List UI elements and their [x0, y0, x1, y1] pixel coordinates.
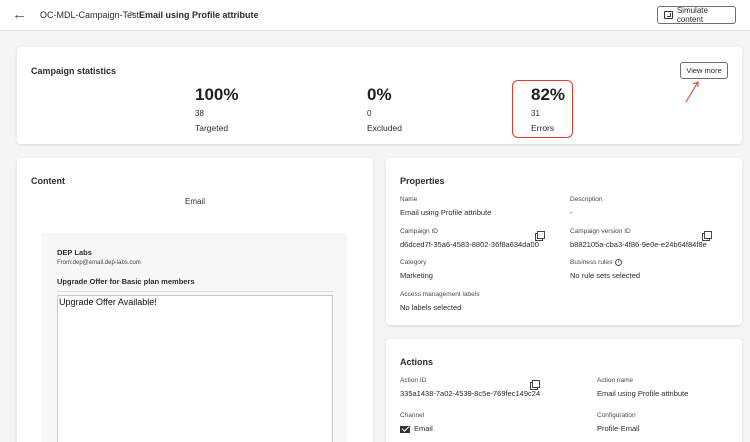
- stat-targeted-count: 38: [195, 109, 204, 118]
- content-title: Content: [31, 176, 65, 186]
- field-access-labels-label: Access management labels: [400, 291, 480, 298]
- stat-excluded-label: Excluded: [367, 123, 402, 133]
- field-access-labels: Access management labels No labels selec…: [400, 291, 480, 312]
- arrow-left-icon[interactable]: ←: [12, 6, 27, 24]
- field-name: Name Email using Profile attribute: [400, 196, 491, 217]
- content-channel: Email: [184, 197, 205, 206]
- field-campaign-id-value: d6dced7f-35a6-4583-8802-36f8a634da00: [400, 240, 539, 249]
- field-action-name-label: Action name: [597, 377, 634, 384]
- field-access-labels-value: No labels selected: [400, 303, 462, 312]
- stat-targeted: 100% 38 Targeted: [195, 85, 238, 133]
- copy-version-id-icon[interactable]: [702, 231, 712, 241]
- field-channel: Channel Email: [400, 412, 433, 433]
- field-campaign-id-label: Campaign ID: [400, 228, 438, 235]
- properties-title: Properties: [400, 176, 445, 186]
- field-channel-label: Channel: [400, 412, 425, 419]
- copy-action-id-icon[interactable]: [530, 380, 540, 390]
- preview-divider: [57, 291, 333, 292]
- actions-card: Actions Action ID 335a1438-7a02-4539-8c5…: [386, 339, 742, 442]
- info-icon[interactable]: i: [615, 259, 623, 266]
- stat-excluded: 0% 0 Excluded: [367, 85, 402, 133]
- email-from: From:dep@email.dep-labs.com: [57, 260, 141, 266]
- field-version-id-label: Campaign version ID: [570, 228, 631, 235]
- field-configuration-label: Configuration: [597, 412, 636, 419]
- field-name-label: Name: [400, 196, 418, 203]
- field-category-value: Marketing: [400, 271, 433, 280]
- field-business-rules: Business rules i No rule sets selected: [570, 259, 640, 280]
- errors-highlight-box: [512, 80, 573, 138]
- copy-campaign-id-icon[interactable]: [535, 231, 545, 241]
- breadcrumb-campaign[interactable]: OC-MDL-Campaign-Test: [40, 10, 139, 20]
- field-action-name: Action name Email using Profile attribut…: [597, 377, 688, 398]
- email-body-text: Upgrade Offer Available!: [59, 297, 157, 307]
- field-action-id-label: Action ID: [400, 377, 427, 384]
- stat-excluded-count: 0: [367, 109, 372, 118]
- page-title: Email using Profile attribute: [139, 10, 259, 20]
- field-business-rules-value: No rule sets selected: [570, 271, 641, 281]
- email-subject: Upgrade Offer for Basic plan members: [57, 277, 195, 286]
- field-description: Description -: [570, 196, 603, 217]
- field-category: Category Marketing: [400, 259, 433, 280]
- simulate-content-label: Simulate content: [676, 6, 708, 24]
- field-action-id-value: 335a1438-7a02-4539-8c5e-769fec149c24: [400, 389, 541, 398]
- properties-card: Properties Name Email using Profile attr…: [386, 158, 742, 325]
- top-bar: ← OC-MDL-Campaign-Test > Email using Pro…: [0, 0, 750, 31]
- actions-title: Actions: [400, 357, 434, 367]
- stat-excluded-percent: 0%: [367, 85, 392, 104]
- campaign-statistics-card: Campaign statistics View more 100% 38 Ta…: [17, 47, 742, 144]
- field-version-id-value: b882105a-cba3-4f86-9e0e-e24b64f84f8e: [570, 240, 707, 249]
- field-description-label: Description: [570, 196, 603, 203]
- field-name-value: Email using Profile attribute: [400, 208, 492, 217]
- preview-icon: [664, 11, 673, 19]
- annotation-arrow-icon: [685, 81, 699, 103]
- simulate-content-button[interactable]: Simulate content: [657, 6, 736, 24]
- email-icon: [400, 425, 410, 433]
- campaign-statistics-title: Campaign statistics: [31, 66, 117, 76]
- field-category-label: Category: [400, 259, 427, 266]
- field-version-id: Campaign version ID b882105a-cba3-4f86-9…: [570, 228, 707, 249]
- field-channel-value: Email: [414, 424, 433, 433]
- content-card: Content Email DEP Labs From:dep@email.de…: [17, 158, 373, 442]
- field-campaign-id: Campaign ID d6dced7f-35a6-4583-8802-36f8…: [400, 228, 539, 249]
- email-body-frame: Upgrade Offer Available!: [57, 295, 333, 442]
- breadcrumb-separator: >: [129, 9, 135, 20]
- stat-targeted-label: Targeted: [195, 123, 229, 133]
- field-configuration: Configuration Profile-Email: [597, 412, 640, 433]
- field-configuration-value: Profile-Email: [597, 424, 640, 433]
- field-description-value: -: [570, 208, 573, 217]
- stat-targeted-percent: 100%: [195, 85, 239, 104]
- email-sender: DEP Labs: [57, 248, 92, 257]
- field-action-id: Action ID 335a1438-7a02-4539-8c5e-769fec…: [400, 377, 540, 398]
- field-action-name-value: Email using Profile attribute: [597, 389, 689, 398]
- field-business-rules-label: Business rules: [570, 259, 613, 267]
- email-preview: DEP Labs From:dep@email.dep-labs.com Upg…: [43, 234, 346, 442]
